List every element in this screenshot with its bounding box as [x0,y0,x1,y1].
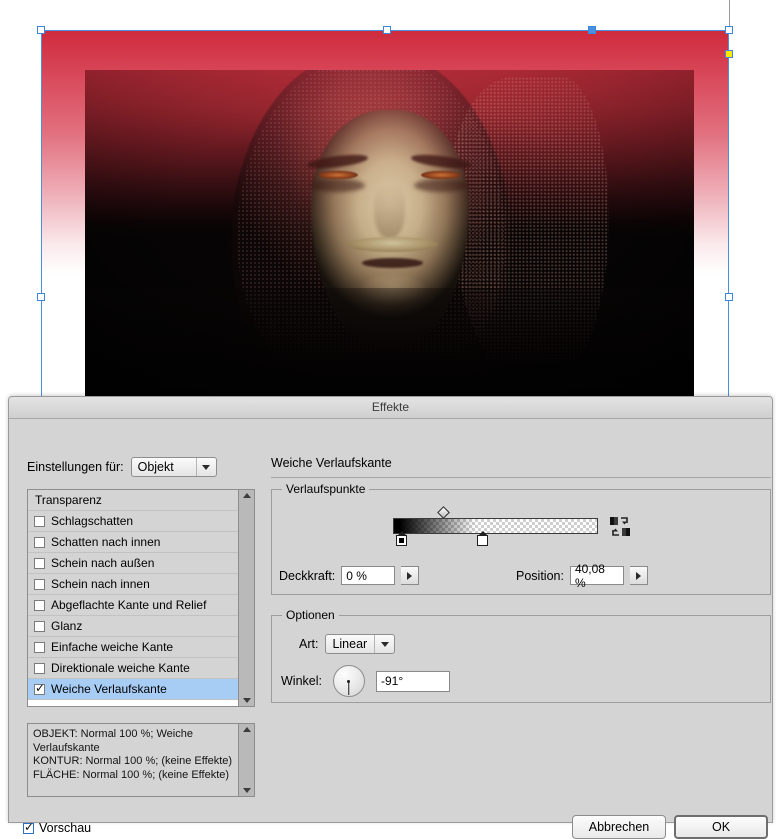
settings-for-value: Objekt [137,460,174,474]
effect-label: Abgeflachte Kante und Relief [51,597,207,612]
feather-red-overlay [85,70,694,400]
effect-checkbox[interactable] [34,681,45,695]
gradient-stops-group-title: Verlaufspunkte [282,482,370,496]
opacity-input[interactable]: 0 % [341,566,396,585]
handle-top-gradient[interactable] [588,26,596,34]
effects-list-item[interactable]: Einfache weiche Kante [28,637,238,658]
effect-checkbox[interactable] [34,515,45,527]
handle-mid-right[interactable] [725,293,733,301]
angle-row: Winkel: -91° [281,665,450,697]
position-row: Position: 40,08 % [516,562,648,590]
opacity-stepper[interactable] [401,566,420,585]
effects-list[interactable]: Transparenz Schlagschatten Schatten nach i… [27,489,255,707]
effects-list-item[interactable]: Schatten nach innen [28,532,238,553]
pane-divider [271,477,771,478]
effect-label: Einfache weiche Kante [51,639,174,654]
effect-label: Weiche Verlaufskante [51,681,167,696]
dialog-titlebar[interactable]: Effekte [9,397,772,419]
effect-label: Glanz [51,618,83,633]
summary-scroll-up-icon[interactable] [242,727,251,732]
kind-row: Art: Linear [299,634,396,654]
gradient-stop-black[interactable] [396,531,407,546]
effect-checkbox[interactable] [34,662,45,674]
scroll-up-icon[interactable] [242,493,251,498]
cancel-button[interactable]: Abbrechen [572,815,666,839]
portrait-image[interactable] [85,70,694,400]
position-stepper[interactable] [629,566,648,585]
opacity-row: Deckkraft: 0 % [279,566,420,585]
effect-label: Schein nach innen [51,576,150,591]
ok-button[interactable]: OK [674,815,768,839]
chevron-down-icon [195,458,216,476]
dialog-body: Einstellungen für: Objekt Weiche Verlauf… [9,419,772,839]
effect-checkbox[interactable] [34,620,45,632]
pane-title: Weiche Verlaufskante [271,456,392,470]
effect-label: Schein nach außen [51,555,155,570]
effect-label: Schlagschatten [51,513,134,528]
position-label: Position: [516,568,564,583]
handle-top-center[interactable] [383,26,391,34]
effects-list-item[interactable]: Schlagschatten [28,511,238,532]
summary-scroll-down-icon[interactable] [242,788,251,793]
position-input[interactable]: 40,08 % [569,562,624,590]
effect-summary-text: OBJEKT: Normal 100 %; Weiche Verlaufskan… [33,728,233,781]
kind-value: Linear [332,637,368,651]
effect-label: Transparenz [35,492,102,507]
options-group-title: Optionen [282,608,339,622]
effects-list-item[interactable]: Direktionale weiche Kante [28,658,238,679]
effects-list-column: Transparenz Schlagschatten Schatten nach i… [28,490,238,706]
handle-mid-left[interactable] [37,293,45,301]
effect-label: Schatten nach innen [51,534,161,549]
dialog-title: Effekte [371,400,410,414]
gradient-ramp[interactable] [393,518,598,534]
preview-row[interactable]: Vorschau [23,820,92,835]
effect-checkbox[interactable] [34,536,45,548]
reverse-gradient-icon[interactable] [609,516,631,538]
effects-dialog: Effekte Einstellungen für: Objekt Weiche… [8,396,773,839]
effects-list-item[interactable]: Glanz [28,616,238,637]
preview-checkbox[interactable] [23,820,34,834]
opacity-label: Deckkraft: [279,568,336,583]
handle-top-right[interactable] [725,26,733,34]
angle-dial[interactable] [332,665,365,697]
summary-scrollbar[interactable] [238,724,254,796]
kind-dropdown[interactable]: Linear [325,634,396,654]
gradient-stop-white[interactable] [477,531,488,546]
effect-checkbox[interactable] [34,557,45,569]
settings-for-label: Einstellungen für: [27,460,124,474]
effect-checkbox[interactable] [34,578,45,590]
handle-top-left[interactable] [37,26,45,34]
angle-input[interactable]: -91° [375,670,450,692]
effect-checkbox[interactable] [34,599,45,611]
angle-label: Winkel: [281,674,322,688]
effects-list-item[interactable]: Transparenz [28,490,238,511]
document-canvas[interactable] [0,0,781,400]
effects-list-item[interactable]: Abgeflachte Kante und Relief [28,595,238,616]
settings-for-row: Einstellungen für: Objekt [27,457,217,477]
scroll-down-icon[interactable] [242,698,251,703]
effect-label: Direktionale weiche Kante [51,660,190,675]
preview-label: Vorschau [39,821,92,835]
kind-label: Art: [299,637,319,651]
settings-for-dropdown[interactable]: Objekt [130,457,217,477]
effects-list-scrollbar[interactable] [238,490,254,706]
effects-list-item[interactable]: Schein nach außen [28,553,238,574]
effect-checkbox[interactable] [34,641,45,653]
effects-list-item[interactable]: Weiche Verlaufskante [28,679,238,700]
effect-summary-box: OBJEKT: Normal 100 %; Weiche Verlaufskan… [27,723,255,797]
handle-gradient-end[interactable] [725,50,733,58]
kind-chevron-down-icon [374,635,394,653]
effects-list-item[interactable]: Schein nach innen [28,574,238,595]
